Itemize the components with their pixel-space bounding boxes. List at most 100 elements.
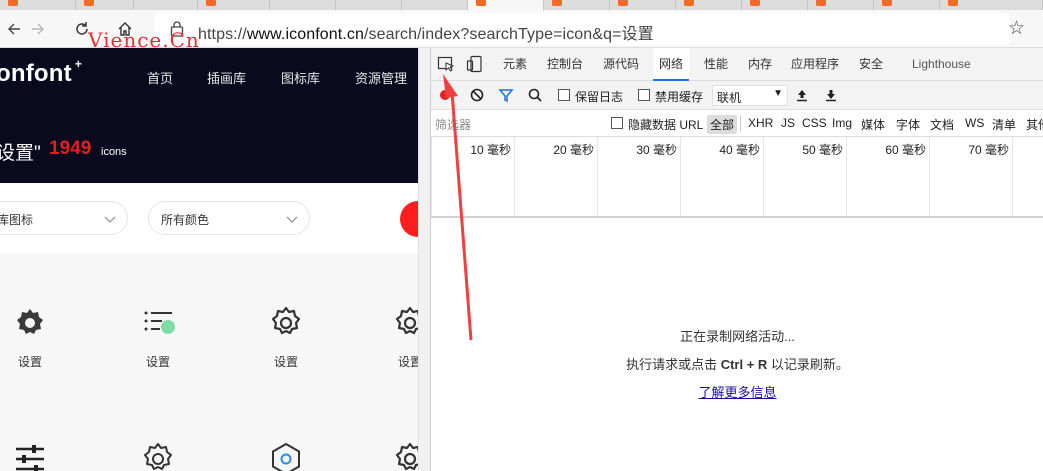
clear-icon[interactable] — [469, 87, 485, 103]
filter-type-other[interactable]: 其他 — [1026, 116, 1043, 133]
gear-outline-icon — [144, 443, 172, 470]
icon-card[interactable]: 设置 — [246, 305, 326, 370]
icon-card[interactable]: 设置 — [370, 305, 418, 370]
search-result-unit: icons — [101, 146, 127, 158]
timeline-gridline — [431, 137, 432, 216]
filter-type-doc[interactable]: 文档 — [930, 116, 954, 133]
timeline-tick: 60 毫秒 — [885, 143, 926, 157]
filter-type-all[interactable]: 全部 — [707, 115, 738, 134]
recording-message: 正在录制网络活动... — [680, 329, 795, 344]
color-filter-select[interactable]: 所有颜色 — [148, 201, 310, 235]
icon-card[interactable]: 设置 — [118, 305, 198, 370]
tab-console[interactable]: 控制台 — [547, 48, 583, 81]
tab-favicon-icon — [618, 0, 628, 6]
site-logo[interactable]: onfont + — [0, 57, 83, 88]
browser-tab[interactable] — [808, 0, 874, 10]
preserve-log-checkbox[interactable] — [558, 89, 570, 101]
device-toolbar-icon[interactable] — [466, 55, 484, 73]
filter-type-font[interactable]: 字体 — [896, 116, 920, 133]
filter-type-js[interactable]: JS — [781, 116, 795, 130]
browser-tab[interactable] — [676, 0, 742, 10]
tab-favicon-icon — [84, 0, 94, 6]
url-scheme: https:// — [198, 26, 247, 43]
search-button[interactable] — [400, 201, 418, 237]
export-har-icon[interactable] — [823, 87, 839, 103]
tab-performance[interactable]: 性能 — [704, 48, 728, 81]
search-result-title: 设置" — [0, 143, 41, 164]
import-har-icon[interactable] — [794, 87, 810, 103]
webpage: onfont + 首页 插画库 图标库 资源管理 设置" 1949 icons 库… — [0, 48, 418, 471]
chevron-down-icon — [104, 216, 116, 223]
search-icon[interactable] — [527, 87, 543, 103]
filter-type-manifest[interactable]: 清单 — [992, 116, 1016, 133]
icon-card[interactable] — [0, 441, 70, 471]
nav-resources[interactable]: 资源管理 — [355, 68, 407, 87]
disable-cache-checkbox[interactable] — [638, 89, 650, 101]
tab-lighthouse[interactable]: Lighthouse — [912, 48, 971, 81]
nav-home[interactable]: 首页 — [147, 68, 173, 87]
logo-text: onfont — [0, 60, 72, 87]
tab-favicon-icon — [750, 0, 760, 6]
filter-type-img[interactable]: Img — [832, 116, 852, 130]
timeline-gridline — [1012, 137, 1013, 216]
filter-bar: 库图标 所有颜色 — [0, 183, 418, 253]
tab-memory[interactable]: 内存 — [748, 48, 772, 81]
browser-tab[interactable] — [402, 0, 468, 10]
favorite-button[interactable]: ☆ — [1008, 17, 1025, 40]
browser-tab[interactable] — [544, 0, 610, 10]
nav-illustrations[interactable]: 插画库 — [207, 68, 246, 87]
tab-elements[interactable]: 元素 — [503, 48, 527, 81]
tab-security[interactable]: 安全 — [859, 48, 883, 81]
filter-type-media[interactable]: 媒体 — [861, 116, 885, 133]
inspect-element-icon[interactable] — [437, 55, 455, 73]
tab-network[interactable]: 网络 — [653, 48, 690, 81]
chevron-down-icon — [286, 216, 298, 223]
browser-tab[interactable] — [874, 0, 940, 10]
search-result-count: 1949 — [49, 138, 92, 159]
browser-tab[interactable] — [610, 0, 676, 10]
page-scrollbar[interactable] — [418, 48, 430, 471]
browser-tab-active[interactable] — [468, 0, 544, 10]
hide-data-urls-checkbox[interactable] — [611, 117, 623, 129]
browser-tab[interactable] — [940, 0, 1043, 10]
color-filter-label: 所有颜色 — [161, 213, 210, 227]
list-settings-icon — [144, 311, 175, 334]
tab-sources[interactable]: 源代码 — [603, 48, 639, 81]
learn-more-row: 了解更多信息 — [431, 382, 1043, 401]
library-filter-select[interactable]: 库图标 — [0, 201, 128, 235]
filter-type-xhr[interactable]: XHR — [748, 116, 773, 130]
filter-type-css[interactable]: CSS — [802, 116, 827, 130]
browser-tab[interactable] — [134, 0, 198, 10]
tab-application[interactable]: 应用程序 — [791, 48, 839, 81]
timeline-tick: 20 毫秒 — [553, 143, 594, 157]
timeline-gridline — [597, 137, 598, 216]
throttling-select[interactable]: 联机 ▼ — [712, 85, 788, 106]
browser-tab[interactable] — [0, 0, 76, 10]
reload-hint-suffix: 以记录刷新。 — [767, 357, 849, 372]
browser-tab[interactable] — [336, 0, 402, 10]
forward-button[interactable] — [24, 16, 52, 42]
record-icon[interactable] — [437, 87, 453, 103]
browser-tab[interactable] — [198, 0, 270, 10]
icon-card[interactable] — [118, 441, 198, 471]
throttling-value: 联机 — [717, 91, 742, 105]
icon-card[interactable] — [246, 441, 326, 471]
icon-card-name: 设置 — [273, 355, 298, 369]
nav-icon-library[interactable]: 图标库 — [281, 68, 320, 87]
browser-tab[interactable] — [742, 0, 808, 10]
browser-tab[interactable] — [270, 0, 336, 10]
learn-more-link[interactable]: 了解更多信息 — [698, 385, 776, 400]
filter-type-ws[interactable]: WS — [965, 116, 984, 130]
back-arrow-icon — [8, 23, 20, 35]
logo-mark: + — [74, 57, 83, 71]
address-bar[interactable]: https://www.iconfont.cn/search/index?sea… — [154, 13, 1010, 45]
browser-tab[interactable] — [76, 0, 134, 10]
icon-card[interactable] — [370, 441, 418, 471]
filter-input[interactable]: 筛选器 — [435, 116, 471, 133]
site-header: onfont + 首页 插画库 图标库 资源管理 设置" 1949 icons — [0, 48, 418, 183]
disable-cache-label: 禁用缓存 — [655, 90, 704, 104]
icon-card-name: 设置 — [145, 355, 170, 369]
filter-icon[interactable] — [498, 87, 514, 103]
icon-card[interactable]: 设置 — [0, 305, 70, 370]
url-text[interactable]: https://www.iconfont.cn/search/index?sea… — [198, 20, 654, 44]
